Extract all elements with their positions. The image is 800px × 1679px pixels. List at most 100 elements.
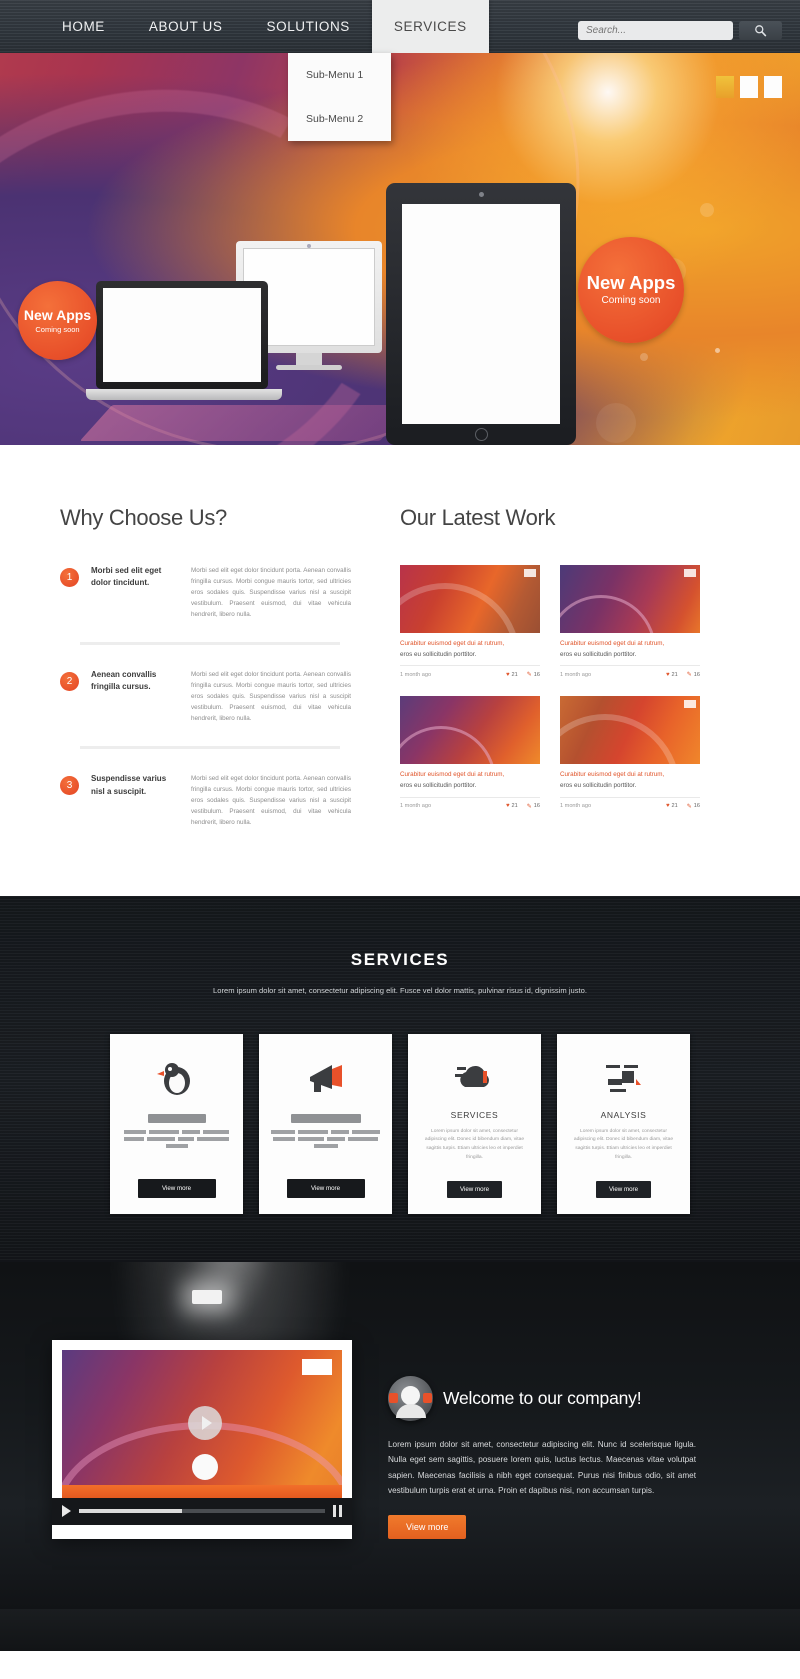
cloud-upload-icon: [451, 1052, 499, 1106]
work-stats: ♥ 21 ✎ 16: [666, 803, 700, 810]
welcome-text-block: Welcome to our company! Lorem ipsum dolo…: [388, 1340, 696, 1539]
why-item-number: 2: [60, 672, 79, 691]
services-submenu: Sub-Menu 1 Sub-Menu 2: [288, 53, 391, 141]
view-more-button-3[interactable]: View more: [447, 1181, 502, 1198]
mid-section: Why Choose Us? 1 Morbi sed elit eget dol…: [0, 445, 800, 896]
hero-bubble: [700, 203, 714, 217]
welcome-view-more-button[interactable]: View more: [388, 1515, 466, 1539]
service-card-1[interactable]: View more: [110, 1034, 243, 1214]
service-card-analysis[interactable]: ANALYSIS Lorem ipsum dolor sit amet, con…: [557, 1034, 690, 1214]
video-screen[interactable]: [62, 1350, 342, 1498]
welcome-body: Lorem ipsum dolor sit amet, consectetur …: [388, 1437, 696, 1499]
work-item[interactable]: Curabitur euismod eget dui at rutrum, er…: [400, 565, 540, 678]
work-item[interactable]: Curabitur euismod eget dui at rutrum, er…: [560, 565, 700, 678]
work-caption-line1: Curabitur euismod eget dui at rutrum,: [560, 770, 700, 781]
footer-strip: [0, 1609, 800, 1651]
heart-icon: ♥: [506, 803, 510, 809]
video-player[interactable]: [52, 1340, 352, 1539]
hero-slider-dot-3[interactable]: [764, 76, 782, 98]
hero-bubble: [596, 403, 636, 443]
work-caption-line1: Curabitur euismod eget dui at rutrum,: [560, 639, 700, 650]
service-card-services[interactable]: SERVICES Lorem ipsum dolor sit amet, con…: [408, 1034, 541, 1214]
view-more-button-4[interactable]: View more: [596, 1181, 651, 1198]
heart-icon: ♥: [666, 803, 670, 809]
play-overlay-icon[interactable]: [188, 1406, 222, 1440]
video-badge: [192, 1454, 218, 1480]
service-card-2[interactable]: View more: [259, 1034, 392, 1214]
pause-icon[interactable]: [333, 1505, 342, 1517]
device-tablet: [386, 183, 576, 445]
nav-item-about-us[interactable]: ABOUT US: [127, 0, 245, 53]
work-stats: ♥ 21 ✎ 16: [506, 803, 540, 810]
work-meta: 1 month ago ♥ 21 ✎ 16: [400, 797, 540, 810]
latest-work-section: Our Latest Work Curabitur euismod eget d…: [400, 505, 700, 850]
work-item[interactable]: Curabitur euismod eget dui at rutrum, er…: [400, 696, 540, 809]
work-comments: ✎ 16: [527, 803, 540, 810]
why-item-number: 1: [60, 568, 79, 587]
work-meta: 1 month ago ♥ 21 ✎ 16: [400, 665, 540, 678]
why-item: 3 Suspendisse varius nisl a suscipit. Mo…: [60, 773, 360, 850]
monitor-camera-icon: [307, 244, 311, 248]
work-item[interactable]: Curabitur euismod eget dui at rutrum, er…: [560, 696, 700, 809]
divider: [80, 642, 340, 645]
work-thumbnail[interactable]: [560, 565, 700, 633]
nav-item-home[interactable]: HOME: [40, 0, 127, 53]
work-likes: ♥ 21: [666, 803, 678, 809]
welcome-section: Welcome to our company! Lorem ipsum dolo…: [0, 1262, 800, 1609]
submenu-item-1[interactable]: Sub-Menu 1: [288, 53, 391, 97]
why-item: 1 Morbi sed elit eget dolor tincidunt. M…: [60, 565, 360, 642]
view-more-button-2[interactable]: View more: [287, 1179, 365, 1198]
services-subtitle: Lorem ipsum dolor sit amet, consectetur …: [190, 984, 610, 997]
why-choose-us-section: Why Choose Us? 1 Morbi sed elit eget dol…: [60, 505, 360, 850]
player-controls: [52, 1498, 352, 1525]
work-comments: ✎ 16: [527, 671, 540, 678]
chart-icon: [600, 1052, 648, 1106]
megaphone-icon: [302, 1052, 350, 1106]
work-caption-line2: eros eu sollicitudin porttitor.: [560, 781, 700, 792]
search-button[interactable]: [739, 21, 782, 40]
search-icon: [754, 24, 767, 37]
work-caption: Curabitur euismod eget dui at rutrum, er…: [400, 639, 540, 660]
service-card-text: Lorem ipsum dolor sit amet, consectetur …: [569, 1128, 678, 1163]
work-grid: Curabitur euismod eget dui at rutrum, er…: [400, 565, 700, 810]
work-thumbnail[interactable]: [400, 565, 540, 633]
bird-icon: [153, 1052, 201, 1106]
search-input[interactable]: [578, 21, 733, 40]
placeholder-content: [122, 1114, 231, 1148]
landing-page: HOME ABOUT US SOLUTIONS SERVICES Sub-Men…: [0, 0, 800, 1651]
why-item-heading: Suspendisse varius nisl a suscipit.: [91, 773, 181, 798]
tablet-home-button: [475, 428, 488, 441]
why-item: 2 Aenean convallis fringilla cursus. Mor…: [60, 669, 360, 746]
hero-bubble: [715, 348, 720, 353]
hero-slider-dot-2[interactable]: [740, 76, 758, 98]
hero-slider-dots: [716, 76, 782, 98]
why-item-heading: Aenean convallis fringilla cursus.: [91, 669, 181, 694]
hero-slider-dot-1[interactable]: [716, 76, 734, 98]
hero-badge-left-title: New Apps: [24, 308, 91, 322]
work-caption-line2: eros eu sollicitudin porttitor.: [400, 650, 540, 661]
work-thumbnail[interactable]: [400, 696, 540, 764]
hero-badge-right[interactable]: New Apps Coming soon: [578, 237, 684, 343]
work-meta: 1 month ago ♥ 21 ✎ 16: [560, 665, 700, 678]
divider: [80, 746, 340, 749]
tablet-camera-icon: [479, 192, 484, 197]
hero-badge-right-title: New Apps: [587, 274, 676, 293]
view-more-button-1[interactable]: View more: [138, 1179, 216, 1198]
why-item-number: 3: [60, 776, 79, 795]
user-avatar-icon: [388, 1376, 433, 1421]
work-thumbnail[interactable]: [560, 696, 700, 764]
progress-track[interactable]: [79, 1509, 325, 1513]
service-card-text: Lorem ipsum dolor sit amet, consectetur …: [420, 1128, 529, 1163]
work-time: 1 month ago: [560, 803, 591, 809]
hero-badge-left[interactable]: New Apps Coming soon: [18, 281, 97, 360]
hero-badge-left-subtitle: Coming soon: [35, 326, 79, 334]
hero-badge-right-subtitle: Coming soon: [602, 296, 661, 306]
placeholder-content: [271, 1114, 380, 1148]
submenu-item-2[interactable]: Sub-Menu 2: [288, 97, 391, 141]
play-icon[interactable]: [62, 1505, 71, 1517]
spotlight-source: [192, 1290, 222, 1304]
work-caption-line1: Curabitur euismod eget dui at rutrum,: [400, 639, 540, 650]
nav-item-solutions[interactable]: SOLUTIONS: [244, 0, 371, 53]
why-item-body: Morbi sed elit eget dolor tincidunt port…: [191, 565, 351, 620]
nav-item-services[interactable]: SERVICES: [372, 0, 489, 53]
